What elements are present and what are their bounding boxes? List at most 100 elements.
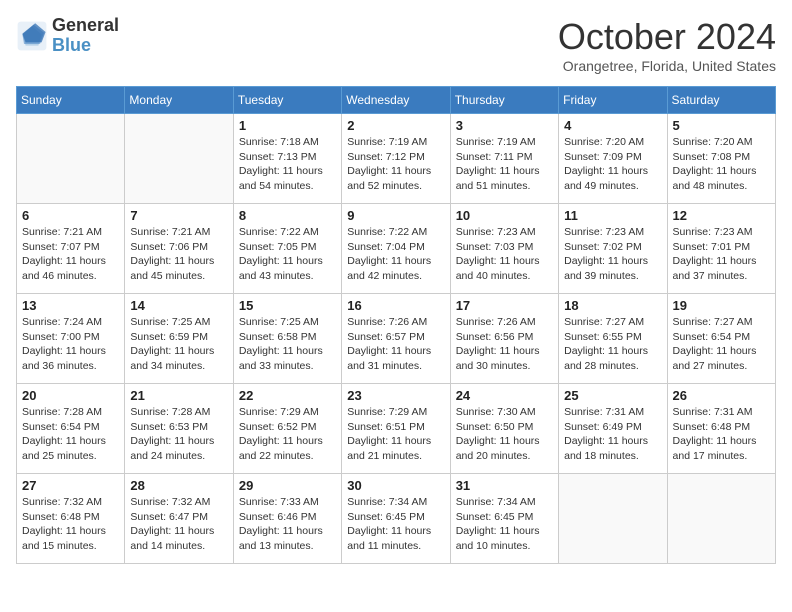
month-title: October 2024 <box>558 16 776 58</box>
weekday-header: Friday <box>559 87 667 114</box>
day-number: 7 <box>130 208 227 223</box>
calendar-cell <box>17 114 125 204</box>
calendar-week-row: 6 Sunrise: 7:21 AM Sunset: 7:07 PM Daylig… <box>17 204 776 294</box>
weekday-header: Sunday <box>17 87 125 114</box>
weekday-header: Saturday <box>667 87 775 114</box>
day-number: 26 <box>673 388 770 403</box>
calendar-cell <box>559 474 667 564</box>
day-info: Sunrise: 7:28 AM Sunset: 6:54 PM Dayligh… <box>22 405 119 464</box>
day-info: Sunrise: 7:26 AM Sunset: 6:56 PM Dayligh… <box>456 315 553 374</box>
day-info: Sunrise: 7:25 AM Sunset: 6:59 PM Dayligh… <box>130 315 227 374</box>
day-info: Sunrise: 7:18 AM Sunset: 7:13 PM Dayligh… <box>239 135 336 194</box>
day-info: Sunrise: 7:21 AM Sunset: 7:06 PM Dayligh… <box>130 225 227 284</box>
calendar-cell: 7 Sunrise: 7:21 AM Sunset: 7:06 PM Daylig… <box>125 204 233 294</box>
day-number: 17 <box>456 298 553 313</box>
calendar-cell: 4 Sunrise: 7:20 AM Sunset: 7:09 PM Daylig… <box>559 114 667 204</box>
calendar-cell: 24 Sunrise: 7:30 AM Sunset: 6:50 PM Dayli… <box>450 384 558 474</box>
day-info: Sunrise: 7:34 AM Sunset: 6:45 PM Dayligh… <box>347 495 444 554</box>
day-number: 31 <box>456 478 553 493</box>
day-number: 16 <box>347 298 444 313</box>
day-info: Sunrise: 7:20 AM Sunset: 7:08 PM Dayligh… <box>673 135 770 194</box>
day-info: Sunrise: 7:23 AM Sunset: 7:01 PM Dayligh… <box>673 225 770 284</box>
calendar-cell: 29 Sunrise: 7:33 AM Sunset: 6:46 PM Dayli… <box>233 474 341 564</box>
day-number: 19 <box>673 298 770 313</box>
day-number: 28 <box>130 478 227 493</box>
day-info: Sunrise: 7:22 AM Sunset: 7:04 PM Dayligh… <box>347 225 444 284</box>
calendar-cell: 3 Sunrise: 7:19 AM Sunset: 7:11 PM Daylig… <box>450 114 558 204</box>
day-number: 8 <box>239 208 336 223</box>
page-header: General Blue October 2024 Orangetree, Fl… <box>16 16 776 74</box>
day-info: Sunrise: 7:30 AM Sunset: 6:50 PM Dayligh… <box>456 405 553 464</box>
calendar-cell: 16 Sunrise: 7:26 AM Sunset: 6:57 PM Dayli… <box>342 294 450 384</box>
day-number: 4 <box>564 118 661 133</box>
day-number: 29 <box>239 478 336 493</box>
day-info: Sunrise: 7:33 AM Sunset: 6:46 PM Dayligh… <box>239 495 336 554</box>
calendar-week-row: 1 Sunrise: 7:18 AM Sunset: 7:13 PM Daylig… <box>17 114 776 204</box>
calendar-cell: 25Sunrise: 7:31 AM Sunset: 6:49 PM Dayli… <box>559 384 667 474</box>
day-info: Sunrise: 7:19 AM Sunset: 7:12 PM Dayligh… <box>347 135 444 194</box>
calendar-cell: 23 Sunrise: 7:29 AM Sunset: 6:51 PM Dayli… <box>342 384 450 474</box>
calendar-cell: 10 Sunrise: 7:23 AM Sunset: 7:03 PM Dayli… <box>450 204 558 294</box>
calendar-cell: 27 Sunrise: 7:32 AM Sunset: 6:48 PM Dayli… <box>17 474 125 564</box>
calendar-cell: 11Sunrise: 7:23 AM Sunset: 7:02 PM Dayli… <box>559 204 667 294</box>
calendar-cell: 18 Sunrise: 7:27 AM Sunset: 6:55 PM Dayli… <box>559 294 667 384</box>
calendar-cell <box>667 474 775 564</box>
day-number: 13 <box>22 298 119 313</box>
day-info: Sunrise: 7:32 AM Sunset: 6:47 PM Dayligh… <box>130 495 227 554</box>
day-info: Sunrise: 7:31 AM Sunset: 6:49 PM Dayligh… <box>564 405 661 464</box>
day-info: Sunrise: 7:19 AM Sunset: 7:11 PM Dayligh… <box>456 135 553 194</box>
day-number: 18 <box>564 298 661 313</box>
day-info: Sunrise: 7:21 AM Sunset: 7:07 PM Dayligh… <box>22 225 119 284</box>
day-number: 24 <box>456 388 553 403</box>
day-number: 3 <box>456 118 553 133</box>
calendar-cell: 8 Sunrise: 7:22 AM Sunset: 7:05 PM Daylig… <box>233 204 341 294</box>
calendar-cell: 13Sunrise: 7:24 AM Sunset: 7:00 PM Dayli… <box>17 294 125 384</box>
weekday-header: Tuesday <box>233 87 341 114</box>
day-info: Sunrise: 7:22 AM Sunset: 7:05 PM Dayligh… <box>239 225 336 284</box>
day-number: 23 <box>347 388 444 403</box>
calendar-week-row: 13Sunrise: 7:24 AM Sunset: 7:00 PM Dayli… <box>17 294 776 384</box>
day-number: 10 <box>456 208 553 223</box>
calendar-cell: 17 Sunrise: 7:26 AM Sunset: 6:56 PM Dayli… <box>450 294 558 384</box>
day-number: 6 <box>22 208 119 223</box>
title-block: October 2024 Orangetree, Florida, United… <box>558 16 776 74</box>
calendar-cell <box>125 114 233 204</box>
weekday-header-row: SundayMondayTuesdayWednesdayThursdayFrid… <box>17 87 776 114</box>
day-info: Sunrise: 7:27 AM Sunset: 6:55 PM Dayligh… <box>564 315 661 374</box>
day-info: Sunrise: 7:23 AM Sunset: 7:03 PM Dayligh… <box>456 225 553 284</box>
day-number: 15 <box>239 298 336 313</box>
day-number: 22 <box>239 388 336 403</box>
calendar-cell: 21Sunrise: 7:28 AM Sunset: 6:53 PM Dayli… <box>125 384 233 474</box>
day-number: 21 <box>130 388 227 403</box>
day-number: 20 <box>22 388 119 403</box>
calendar-cell: 2Sunrise: 7:19 AM Sunset: 7:12 PM Daylig… <box>342 114 450 204</box>
weekday-header: Thursday <box>450 87 558 114</box>
day-number: 12 <box>673 208 770 223</box>
calendar-week-row: 20 Sunrise: 7:28 AM Sunset: 6:54 PM Dayli… <box>17 384 776 474</box>
calendar-cell: 26 Sunrise: 7:31 AM Sunset: 6:48 PM Dayli… <box>667 384 775 474</box>
calendar-cell: 31 Sunrise: 7:34 AM Sunset: 6:45 PM Dayli… <box>450 474 558 564</box>
logo-text: General Blue <box>52 16 119 56</box>
calendar-cell: 6 Sunrise: 7:21 AM Sunset: 7:07 PM Daylig… <box>17 204 125 294</box>
calendar-cell: 30 Sunrise: 7:34 AM Sunset: 6:45 PM Dayli… <box>342 474 450 564</box>
location: Orangetree, Florida, United States <box>558 58 776 74</box>
day-number: 1 <box>239 118 336 133</box>
calendar-cell: 28 Sunrise: 7:32 AM Sunset: 6:47 PM Dayli… <box>125 474 233 564</box>
calendar-cell: 19Sunrise: 7:27 AM Sunset: 6:54 PM Dayli… <box>667 294 775 384</box>
day-info: Sunrise: 7:20 AM Sunset: 7:09 PM Dayligh… <box>564 135 661 194</box>
day-info: Sunrise: 7:34 AM Sunset: 6:45 PM Dayligh… <box>456 495 553 554</box>
day-info: Sunrise: 7:29 AM Sunset: 6:51 PM Dayligh… <box>347 405 444 464</box>
calendar-cell: 15Sunrise: 7:25 AM Sunset: 6:58 PM Dayli… <box>233 294 341 384</box>
day-info: Sunrise: 7:31 AM Sunset: 6:48 PM Dayligh… <box>673 405 770 464</box>
day-info: Sunrise: 7:32 AM Sunset: 6:48 PM Dayligh… <box>22 495 119 554</box>
calendar-cell: 20 Sunrise: 7:28 AM Sunset: 6:54 PM Dayli… <box>17 384 125 474</box>
calendar-cell: 1 Sunrise: 7:18 AM Sunset: 7:13 PM Daylig… <box>233 114 341 204</box>
calendar-cell: 12 Sunrise: 7:23 AM Sunset: 7:01 PM Dayli… <box>667 204 775 294</box>
day-number: 11 <box>564 208 661 223</box>
day-info: Sunrise: 7:26 AM Sunset: 6:57 PM Dayligh… <box>347 315 444 374</box>
day-number: 27 <box>22 478 119 493</box>
weekday-header: Monday <box>125 87 233 114</box>
logo-icon <box>16 20 48 52</box>
weekday-header: Wednesday <box>342 87 450 114</box>
day-number: 30 <box>347 478 444 493</box>
